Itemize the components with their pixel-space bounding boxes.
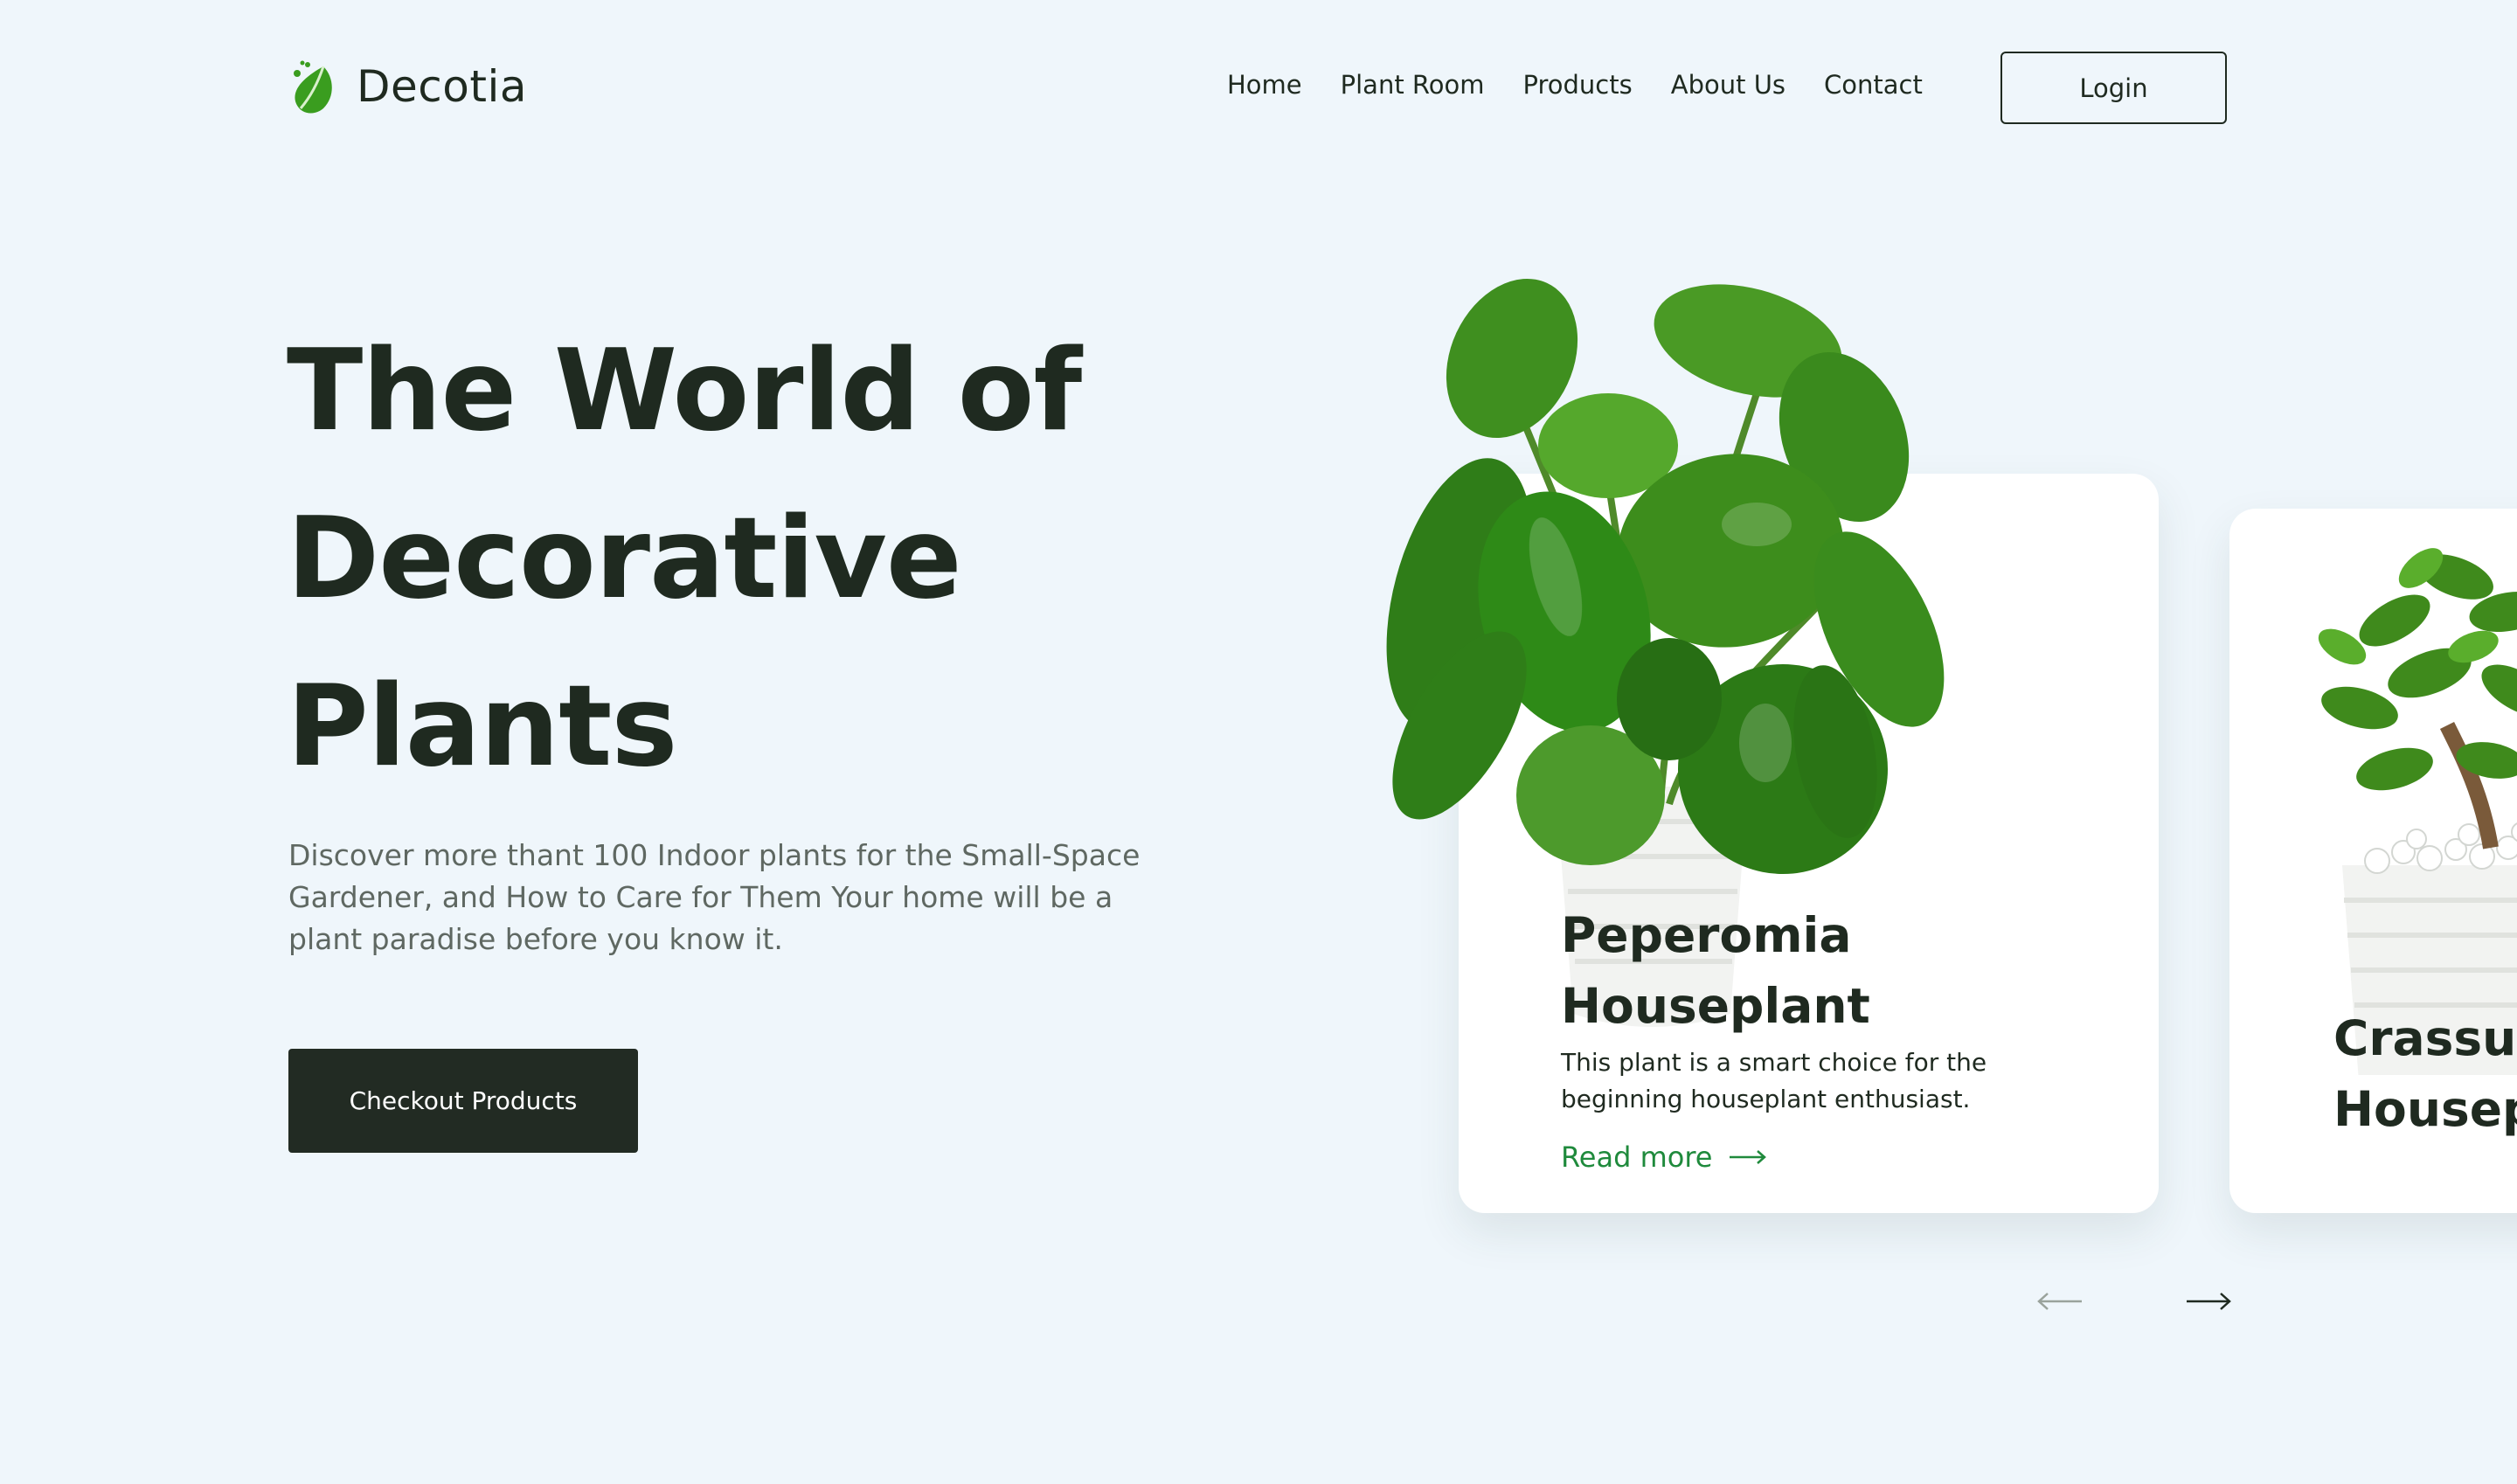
hero-title-line-3: Plants xyxy=(287,662,678,792)
card2-title-line-2: Housep xyxy=(2333,1081,2517,1137)
checkout-products-button[interactable]: Checkout Products xyxy=(288,1049,638,1153)
card2-title-line-1: Crassul xyxy=(2333,1010,2517,1066)
nav-about-us[interactable]: About Us xyxy=(1671,70,1785,100)
brand-logo[interactable]: Decotia xyxy=(288,56,527,117)
card-title-line-2: Houseplant xyxy=(1561,978,1870,1034)
main-nav: Home Plant Room Products About Us Contac… xyxy=(1227,70,1923,100)
hero-title-line-2: Decorative xyxy=(287,494,962,624)
nav-contact[interactable]: Contact xyxy=(1824,70,1923,100)
card-description: This plant is a smart choice for the beg… xyxy=(1561,1048,1987,1113)
read-more-label: Read more xyxy=(1561,1141,1713,1174)
crassula-plant-image xyxy=(2318,548,2517,1075)
card-title-peperomia: Peperomia Houseplant xyxy=(1561,900,2085,1042)
arrow-right-icon xyxy=(1730,1150,1767,1164)
nav-plant-room[interactable]: Plant Room xyxy=(1341,70,1485,100)
card-title-crassula: Crassul Housep xyxy=(2333,1003,2517,1145)
nav-products[interactable]: Products xyxy=(1523,70,1633,100)
hero-title: The World of Decorative Plants xyxy=(287,308,1082,811)
read-more-link[interactable]: Read more xyxy=(1561,1141,1768,1174)
leaf-icon xyxy=(294,60,332,114)
arrow-left-icon[interactable] xyxy=(2036,1291,2084,1312)
login-button[interactable]: Login xyxy=(2000,52,2227,124)
hero-description: Discover more thant 100 Indoor plants fo… xyxy=(288,838,1141,956)
nav-home[interactable]: Home xyxy=(1227,70,1302,100)
arrow-right-icon[interactable] xyxy=(2185,1291,2232,1312)
hero-title-line-1: The World of xyxy=(287,326,1082,456)
card-title-line-1: Peperomia xyxy=(1561,907,1852,963)
brand-name: Decotia xyxy=(357,61,527,112)
